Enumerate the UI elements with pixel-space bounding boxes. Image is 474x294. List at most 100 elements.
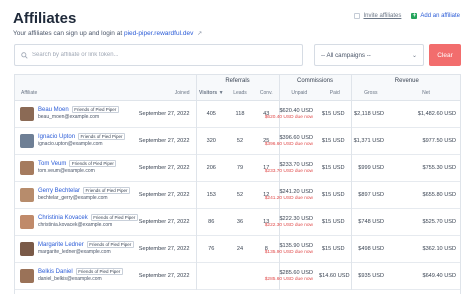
plus-icon: + (411, 13, 418, 19)
leads-value: 52 (236, 191, 244, 198)
unpaid-cell: $620.40 USD $620.40 USD due now (265, 100, 320, 127)
campaign-select[interactable]: -- All campaigns -- ⌄ (314, 44, 424, 66)
leads-value: 79 (236, 164, 244, 171)
col-joined[interactable]: Joined (129, 86, 196, 101)
visitors-value (195, 262, 226, 289)
gross-value: $999 USD (350, 154, 391, 181)
visitors-value: 320 (195, 127, 226, 154)
unpaid-cell: $222.30 USD $222.30 USD due now (265, 208, 320, 235)
leads-value: 24 (236, 245, 244, 252)
affiliate-name-link[interactable]: Tom Veum (38, 161, 66, 167)
conversions-value: 13 (263, 218, 270, 225)
table-row[interactable]: Margarite Ledner Friends of Pied Piper mar… (15, 235, 460, 262)
campaign-badge: Friends of Pied Piper (75, 267, 123, 275)
avatar (20, 268, 34, 283)
conversions-value (254, 262, 279, 289)
table-row[interactable]: Beau Moen Friends of Pied Piper beau_moen@… (15, 100, 460, 127)
affiliate-email: daniel_belkis@example.com (38, 276, 102, 283)
affiliate-name-link[interactable]: Beau Moen (38, 107, 69, 113)
invite-icon (354, 13, 361, 19)
invite-affiliates-button[interactable]: Invite affiliates (354, 13, 401, 19)
affiliate-email: beau_moen@example.com (38, 114, 100, 121)
joined-date: September 27, 2022 (138, 272, 190, 279)
affiliate-name-link[interactable]: Ignacio Upton (38, 134, 75, 140)
col-unpaid[interactable]: Unpaid (278, 86, 320, 101)
affiliate-name-link[interactable]: Margarite Ledner (38, 242, 84, 248)
col-net[interactable]: Net (390, 86, 460, 101)
joined-date: September 27, 2022 (138, 137, 190, 144)
paid-value: $15 USD (321, 110, 345, 117)
avatar (20, 133, 34, 148)
campaign-badge: Friends of Pied Piper (83, 186, 131, 194)
joined-date: September 27, 2022 (138, 164, 190, 171)
gross-value: $897 USD (350, 181, 391, 208)
table-row[interactable]: Christinia Kovacek Friends of Pied Piper c… (15, 208, 460, 235)
net-value: $362.10 USD (422, 245, 457, 252)
conversions-value: 43 (263, 110, 270, 117)
unpaid-value: $396.60 USD (279, 134, 314, 141)
page-title: Affiliates (13, 10, 77, 27)
avatar (20, 241, 34, 256)
table-row[interactable]: Tom Veum Friends of Pied Piper tom.veum@ex… (15, 154, 460, 181)
visitors-value: 86 (195, 208, 226, 235)
affiliate-cell: Margarite Ledner Friends of Pied Piper mar… (15, 235, 134, 262)
portal-link[interactable]: pied-piper.rewardful.dev (124, 30, 193, 37)
visitors-value: 76 (195, 235, 226, 262)
affiliate-cell: Gerry Bechtelar Friends of Pied Piper bech… (15, 181, 131, 208)
leads-value: 36 (236, 218, 244, 225)
group-spacer (15, 75, 196, 86)
net-value: $649.40 USD (422, 272, 457, 279)
conversions-value: 12 (263, 191, 270, 198)
affiliate-email: ignacio.upton@example.com (38, 141, 103, 148)
conversions-value: 25 (263, 137, 270, 144)
add-affiliate-button[interactable]: + Add an affiliate (411, 13, 460, 19)
external-link-icon[interactable]: ↗ (197, 31, 202, 37)
col-leads[interactable]: Leads (226, 86, 254, 101)
unpaid-cell: $241.20 USD $241.20 USD due now (265, 181, 320, 208)
leads-value (226, 262, 254, 289)
table-row[interactable]: Ignacio Upton Friends of Pied Piper ignaci… (15, 127, 460, 154)
paid-value: $15 USD (321, 164, 345, 171)
affiliate-cell: Belkis Daniel Friends of Pied Piper daniel… (15, 262, 129, 289)
gross-value: $748 USD (350, 208, 391, 235)
conversions-value: 8 (264, 245, 268, 252)
joined-date: September 27, 2022 (138, 245, 190, 252)
paid-value: $15 USD (321, 245, 345, 252)
unpaid-value: $222.30 USD (279, 215, 314, 222)
avatar (20, 106, 34, 121)
affiliate-email: margarite_ledner@example.com (38, 249, 111, 256)
clear-button[interactable]: Clear (429, 44, 461, 66)
affiliate-cell: Beau Moen Friends of Pied Piper beau_moen@… (15, 100, 129, 127)
due-now-value: $222.30 USD due now (264, 222, 314, 228)
visitors-value: 405 (195, 100, 226, 127)
unpaid-value: $233.70 USD (279, 161, 314, 168)
header-actions: Invite affiliates + Add an affiliate (354, 13, 460, 19)
search-input[interactable] (32, 52, 292, 58)
joined-date: September 27, 2022 (138, 218, 190, 225)
col-gross[interactable]: Gross (350, 86, 391, 101)
affiliates-table: Referrals Commissions Revenue Affiliate … (14, 74, 461, 294)
leads-value: 52 (236, 137, 244, 144)
search-box[interactable] (14, 44, 303, 66)
col-conversions[interactable]: Conv. (254, 86, 280, 101)
affiliate-name-link[interactable]: Christinia Kovacek (38, 215, 88, 221)
col-paid[interactable]: Paid (319, 86, 352, 101)
col-affiliate[interactable]: Affiliate (15, 86, 129, 101)
unpaid-value: $620.40 USD (279, 107, 314, 114)
affiliate-name-link[interactable]: Belkis Daniel (38, 269, 73, 275)
group-referrals: Referrals (195, 75, 280, 86)
affiliate-name-link[interactable]: Gerry Bechtelar (38, 188, 80, 194)
gross-value: $1,371 USD (350, 127, 391, 154)
net-value: $655.80 USD (422, 191, 457, 198)
table-row[interactable]: Gerry Bechtelar Friends of Pied Piper bech… (15, 181, 460, 208)
search-icon (21, 51, 28, 59)
unpaid-value: $135.90 USD (279, 242, 314, 249)
unpaid-cell: $285.60 USD $285.60 USD due now (265, 262, 320, 289)
table-row[interactable]: Belkis Daniel Friends of Pied Piper daniel… (15, 262, 460, 289)
affiliate-cell: Ignacio Upton Friends of Pied Piper ignaci… (15, 127, 129, 154)
col-visitors[interactable]: Visitors ▼ (195, 86, 226, 101)
affiliate-email: bechtelar_gerry@example.com (38, 195, 108, 202)
affiliate-cell: Christinia Kovacek Friends of Pied Piper c… (15, 208, 138, 235)
subtitle-text: Your affiliates can sign up and login at (13, 30, 123, 37)
campaign-badge: Friends of Pied Piper (78, 132, 126, 140)
